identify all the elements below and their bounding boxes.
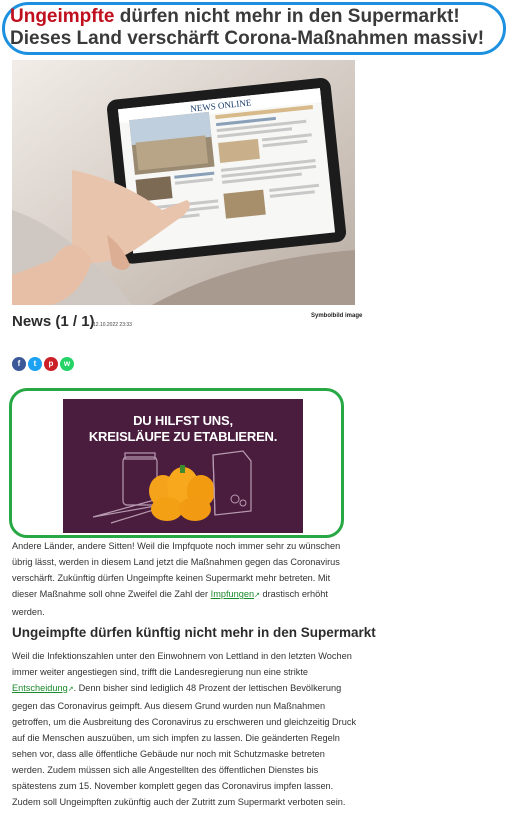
- article-paragraph-1: Andere Länder, andere Sitten! Weil die I…: [12, 538, 357, 620]
- paragraph-2-text-b: . Denn bisher sind lediglich 48 Prozent …: [12, 683, 357, 807]
- twitter-share-icon[interactable]: t: [28, 357, 42, 371]
- share-buttons: f t p w: [12, 357, 74, 371]
- pinterest-share-icon[interactable]: p: [44, 357, 58, 371]
- image-caption: Symbolbild image: [311, 313, 363, 319]
- link-impfungen[interactable]: Impfungen: [211, 589, 254, 599]
- headline-highlight: Ungeimpfte: [10, 6, 115, 27]
- link-entscheidung[interactable]: Entscheidung: [12, 683, 68, 693]
- article-headline: Ungeimpfte dürfen nicht mehr in den Supe…: [10, 6, 510, 50]
- paragraph-2-text-a: Weil die Infektionszahlen unter den Einw…: [12, 651, 352, 677]
- article-paragraph-2: Weil die Infektionszahlen unter den Einw…: [12, 648, 357, 810]
- whatsapp-share-icon[interactable]: w: [60, 357, 74, 371]
- facebook-share-icon[interactable]: f: [12, 357, 26, 371]
- news-timestamp: 12.10.2022 23:33: [93, 322, 132, 328]
- advertisement-banner[interactable]: DU HILFST UNS, KREISLÄUFE ZU ETABLIEREN.: [63, 399, 303, 533]
- news-counter-title: News (1 / 1): [12, 313, 95, 330]
- hero-image: NEWS ONLINE: [12, 60, 355, 305]
- article-subheading: Ungeimpfte dürfen künftig nicht mehr in …: [12, 625, 376, 640]
